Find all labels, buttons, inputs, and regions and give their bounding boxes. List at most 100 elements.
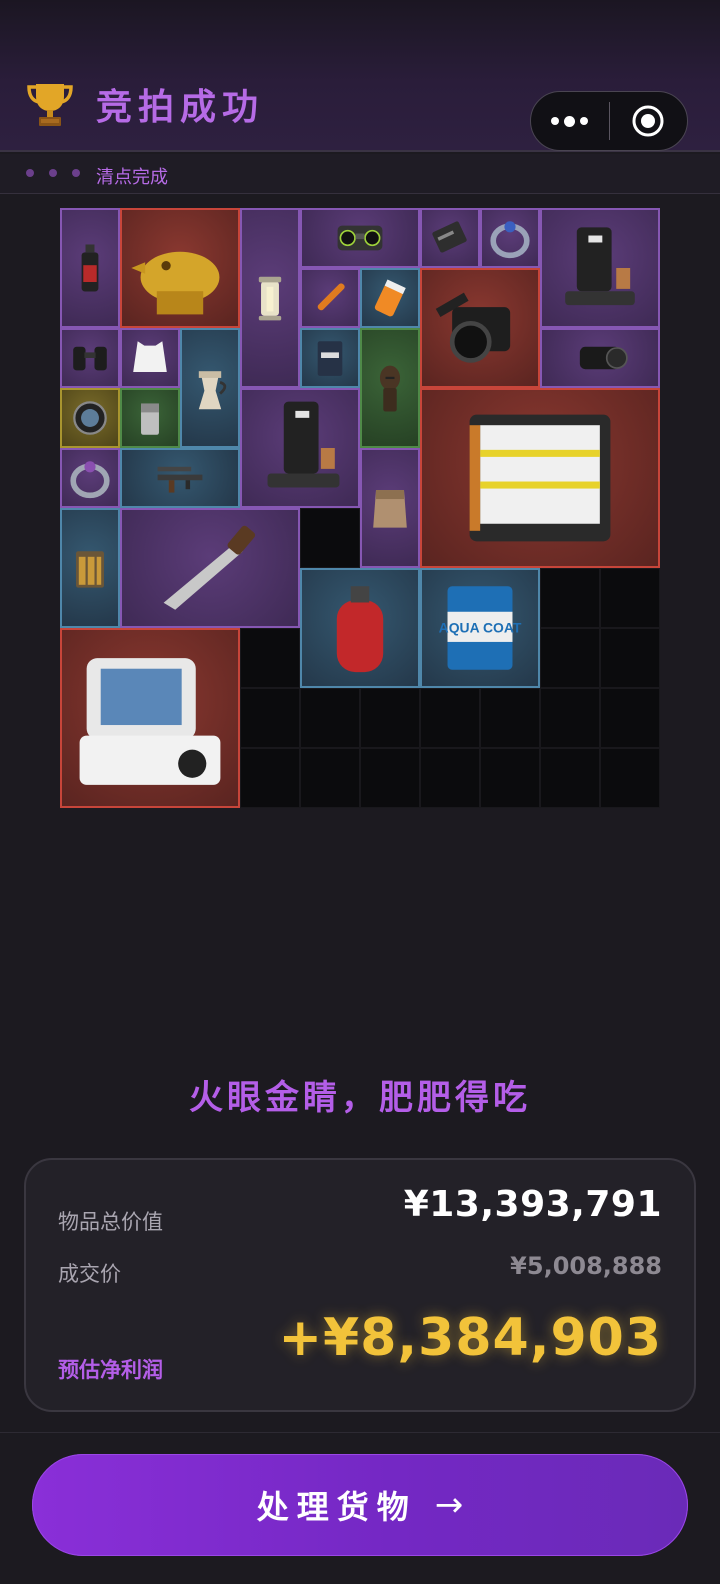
trophy-icon (26, 78, 74, 128)
deal-price: ¥5,008,888 (510, 1252, 662, 1280)
profit-label: 预估净利润 (58, 1358, 163, 1382)
inventory-item-binoculars[interactable] (60, 328, 120, 388)
inventory-item-battery-pack[interactable] (420, 388, 660, 568)
inventory-item-card-reader[interactable] (420, 208, 480, 268)
inventory-item-tribal-statue[interactable] (360, 328, 420, 448)
paint-can-icon: AQUA COAT (439, 586, 522, 670)
inventory-item-lighter[interactable] (120, 388, 180, 448)
slogan: 火眼金睛，肥肥得吃 (189, 1078, 531, 1118)
inventory-item-boombox[interactable] (300, 208, 420, 268)
grid-cell (600, 748, 660, 808)
grid-cell (420, 748, 480, 808)
grid-cell (540, 568, 600, 628)
progress-dot (72, 169, 80, 177)
grid-cell (540, 628, 600, 688)
gas-cylinder-icon (336, 586, 384, 673)
inventory-item-moka-pot[interactable] (180, 328, 240, 448)
arrow-right-icon: → (434, 1485, 464, 1525)
inventory-item-medical-monitor[interactable] (60, 628, 240, 808)
more-button[interactable] (531, 92, 609, 150)
grid-cell (360, 688, 420, 748)
summary-card: 物品总价值 ¥13,393,791 成交价 ¥5,008,888 预估净利润 +… (24, 1158, 696, 1412)
pill-bottle-icon (374, 279, 406, 317)
moka-pot-icon (198, 371, 227, 410)
inventory-item-ring-2[interactable] (60, 448, 120, 508)
grid-cell (240, 628, 300, 688)
boombox-icon (337, 225, 383, 251)
inventory-item-paint-can[interactable]: AQUA COAT (420, 568, 540, 688)
grid-cell (420, 688, 480, 748)
grid-cell (540, 688, 600, 748)
grid-cell (540, 748, 600, 808)
inventory-item-golden-crocodile-statue[interactable] (120, 208, 240, 328)
inventory-item-camera-lens[interactable] (540, 328, 660, 388)
process-goods-button[interactable]: 处理货物 → (32, 1454, 688, 1556)
inventory-item-magnifier-lens[interactable] (60, 388, 120, 448)
lighter-icon (141, 403, 159, 435)
grid-cell (300, 748, 360, 808)
process-goods-label: 处理货物 (256, 1488, 417, 1526)
inventory-item-cloth-pouch[interactable] (360, 448, 420, 568)
card-reader-icon (432, 221, 467, 253)
inventory-item-pen[interactable] (300, 268, 360, 328)
grid-cell (600, 568, 660, 628)
deal-price-label: 成交价 (58, 1262, 121, 1286)
page-title: 竞拍成功 (96, 87, 265, 128)
status-text: 清点完成 (96, 167, 168, 188)
grid-cell (600, 688, 660, 748)
status-bar: 清点完成 (0, 154, 720, 194)
svg-text:AQUA COAT: AQUA COAT (439, 620, 522, 636)
inventory-grid: AQUA COAT (60, 208, 660, 808)
profit-value: +¥8,384,903 (278, 1308, 662, 1368)
ring-2-icon (70, 461, 110, 499)
inventory-item-spray-bottle[interactable] (60, 208, 120, 328)
binoculars-icon (73, 346, 107, 371)
footer-divider (0, 1432, 720, 1433)
inventory-item-film-camera[interactable] (420, 268, 540, 388)
progress-dot (26, 169, 34, 177)
golden-crocodile-statue-icon (131, 251, 220, 315)
inventory-item-vest[interactable] (120, 328, 180, 388)
mini-program-capsule (530, 91, 688, 151)
grid-cell (240, 688, 300, 748)
inventory-item-coffee-bag[interactable] (300, 328, 360, 388)
grid-cell (300, 688, 360, 748)
inventory-item-coffee-machine-2[interactable] (240, 388, 360, 508)
hunting-knife-icon (163, 525, 256, 610)
grid-cell (600, 628, 660, 688)
inventory-item-assault-rifle[interactable] (120, 448, 240, 508)
progress-dot (49, 169, 57, 177)
total-value: ¥13,393,791 (403, 1184, 662, 1225)
magnifier-lens-icon (73, 401, 107, 435)
medical-monitor-icon (79, 658, 221, 785)
inventory-item-hunting-knife[interactable] (120, 508, 300, 628)
ammo-box-icon (76, 551, 104, 588)
pen-icon (317, 283, 345, 311)
grid-cell (360, 748, 420, 808)
assault-rifle-icon (157, 466, 203, 493)
inventory-item-coffee-machine[interactable] (540, 208, 660, 328)
film-camera-icon (435, 292, 511, 363)
spray-bottle-icon (81, 244, 99, 292)
grid-cell (480, 688, 540, 748)
inventory-item-ring[interactable] (480, 208, 540, 268)
grid-cell (300, 508, 360, 568)
inventory-item-lantern[interactable] (240, 208, 300, 388)
battery-pack-icon (469, 414, 611, 542)
vest-icon (133, 341, 167, 372)
header: 竞拍成功 (0, 0, 720, 152)
ring-icon (490, 221, 530, 259)
camera-lens-icon (579, 346, 628, 370)
grid-cell (480, 748, 540, 808)
inventory-item-pill-bottle[interactable] (360, 268, 420, 328)
total-value-label: 物品总价值 (58, 1210, 163, 1234)
close-button[interactable] (610, 92, 688, 150)
lantern-icon (258, 276, 282, 321)
inventory-item-gas-cylinder[interactable] (300, 568, 420, 688)
inventory-item-ammo-box[interactable] (60, 508, 120, 628)
target-icon (632, 105, 664, 137)
coffee-machine-icon (565, 227, 635, 306)
tribal-statue-icon (379, 365, 401, 412)
cloth-pouch-icon (373, 490, 407, 528)
coffee-machine-2-icon (267, 401, 340, 488)
